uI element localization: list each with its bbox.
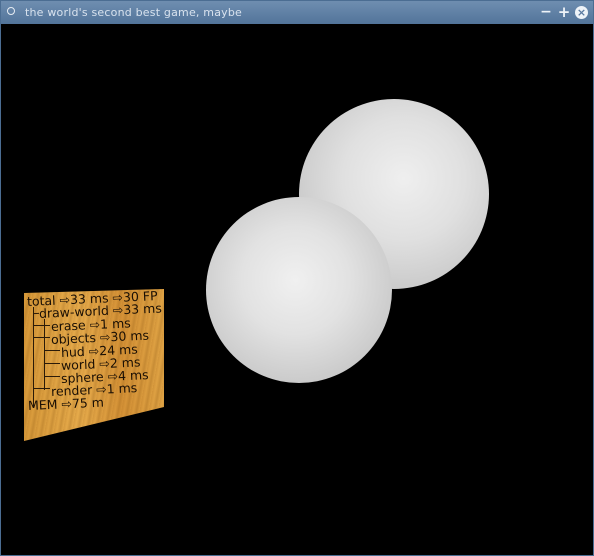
game-viewport[interactable]: total ⇨33 ms ⇨30 FP draw-world ⇨33 ms er… [2, 24, 593, 555]
hud-tree-branch [44, 350, 60, 351]
maximize-button[interactable]: + [557, 5, 571, 20]
hud-tree-branch [44, 376, 60, 377]
minimize-button[interactable]: − [539, 5, 553, 19]
hud-tree-branch [33, 325, 50, 326]
profiler-hud: total ⇨33 ms ⇨30 FP draw-world ⇨33 ms er… [24, 289, 164, 441]
hud-tree-trunk [33, 307, 34, 408]
close-button[interactable]: × [575, 6, 588, 19]
hud-tree-subtrunk [44, 319, 45, 390]
app-window: the world's second best game, maybe − + … [0, 0, 594, 556]
hud-tree-branch [33, 388, 50, 389]
hud-tree-branch [44, 363, 60, 364]
hud-tree-branch [33, 337, 50, 338]
window-menu-icon[interactable] [7, 7, 15, 15]
window-title: the world's second best game, maybe [25, 6, 243, 19]
hud-mem: MEM ⇨75 m [27, 394, 105, 413]
sphere-front [206, 197, 392, 383]
title-bar[interactable]: the world's second best game, maybe − + … [1, 1, 593, 24]
